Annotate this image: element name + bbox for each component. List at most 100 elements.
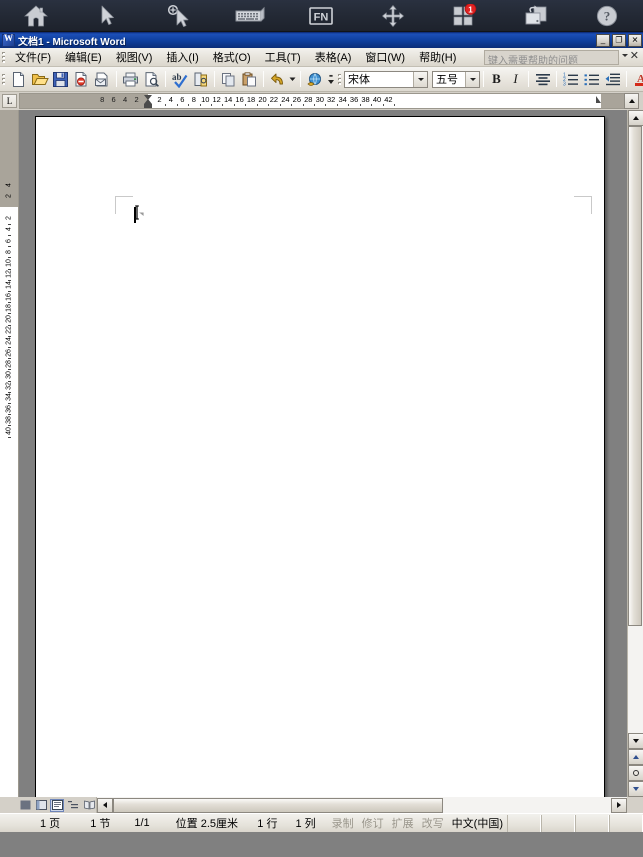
undo-icon[interactable] <box>267 69 288 90</box>
apps-button[interactable]: 1 <box>429 0 500 32</box>
menu-grip[interactable] <box>2 50 5 64</box>
italic-button[interactable]: I <box>506 71 525 87</box>
horizontal-scrollbar[interactable] <box>96 797 627 813</box>
ruler-tick: 4 <box>5 182 13 187</box>
save-icon[interactable] <box>50 69 71 90</box>
vertical-ruler[interactable]: 4 2 2 4 6 8 10 12 14 16 18 20 22 24 26 28 30 32 34 36 38 40 <box>0 110 19 797</box>
font-size-dropdown-icon[interactable] <box>465 71 479 87</box>
menu-format[interactable]: 格式(O) <box>206 47 258 67</box>
ruler-tick: 6 <box>5 238 13 243</box>
view-web[interactable] <box>34 799 48 812</box>
hyperlink-icon[interactable] <box>304 69 325 90</box>
horizontal-ruler[interactable]: 8 6 4 2 2 4 6 8 10 12 14 16 18 20 22 24 26 28 30 32 34 36 38 40… <box>19 93 624 109</box>
keyboard-button[interactable] <box>214 0 285 32</box>
status-revision[interactable]: 修订 <box>358 815 388 832</box>
pointer-button[interactable] <box>71 0 142 32</box>
ruler-tick: 34 <box>338 95 347 104</box>
home-button[interactable] <box>0 0 71 32</box>
chevron-down-icon[interactable] <box>622 54 628 57</box>
move-button[interactable] <box>357 0 428 32</box>
toolbar-overflow-button[interactable]: ▪▪ <box>325 69 336 90</box>
permission-icon[interactable] <box>71 69 92 90</box>
font-color-icon[interactable]: A <box>630 69 643 90</box>
view-normal[interactable] <box>18 799 32 812</box>
document-pane[interactable] <box>19 110 627 797</box>
tab-stop-selector[interactable]: L <box>0 92 19 110</box>
status-slot-4 <box>609 814 643 832</box>
research-icon[interactable] <box>190 69 211 90</box>
toolbar-grip-1[interactable] <box>2 72 5 86</box>
ruler-minor-tick <box>210 104 212 106</box>
view-print[interactable] <box>50 798 64 812</box>
status-section: 1 节 <box>90 818 111 830</box>
email-icon[interactable] <box>92 69 113 90</box>
arrow-up-icon <box>633 116 639 120</box>
font-name-dropdown-icon[interactable] <box>413 71 427 87</box>
numbered-list-icon[interactable]: 123 <box>560 69 581 90</box>
toolbar-grip-2[interactable] <box>338 72 341 86</box>
previous-page-button[interactable] <box>628 749 643 765</box>
menu-edit[interactable]: 编辑(E) <box>58 47 109 67</box>
align-center-icon[interactable] <box>532 69 553 90</box>
print-icon[interactable] <box>120 69 141 90</box>
arrow-down-icon <box>633 739 639 743</box>
ruler-minor-tick <box>256 104 258 106</box>
scroll-up-button[interactable] <box>628 110 643 126</box>
vertical-scrollbar[interactable] <box>627 110 643 797</box>
font-name-combo[interactable]: 宋体 <box>344 70 428 88</box>
menu-tools[interactable]: 工具(T) <box>258 47 308 67</box>
open-folder-icon[interactable] <box>29 69 50 90</box>
document-page[interactable] <box>35 116 605 797</box>
view-outline[interactable] <box>66 799 80 812</box>
print-preview-icon[interactable] <box>141 69 162 90</box>
status-position: 位置 2.5厘米 <box>175 818 239 830</box>
left-indent-marker[interactable] <box>144 104 152 108</box>
ask-a-question-input[interactable]: 键入需要帮助的问题 <box>484 50 619 65</box>
spellcheck-icon[interactable]: ab <box>169 69 190 90</box>
select-browse-object-button[interactable] <box>628 765 643 781</box>
horizontal-scroll-thumb[interactable] <box>113 797 443 813</box>
view-reading[interactable] <box>82 799 96 812</box>
fn-button[interactable]: FN <box>286 0 357 32</box>
menu-help[interactable]: 帮助(H) <box>412 47 463 67</box>
ruler-tick: 28 <box>304 95 313 104</box>
ruler-tick: 8 <box>100 95 105 104</box>
bold-button[interactable]: B <box>487 71 506 87</box>
close-document-button[interactable]: ✕ <box>630 51 639 62</box>
scroll-down-button[interactable] <box>628 733 643 749</box>
paste-icon[interactable] <box>239 69 260 90</box>
arrow-left-icon <box>103 802 107 808</box>
screenshot-button[interactable] <box>500 0 571 32</box>
status-overwrite[interactable]: 改写 <box>418 815 448 832</box>
click-button[interactable] <box>143 0 214 32</box>
vertical-scroll-track[interactable] <box>628 126 643 733</box>
next-page-button[interactable] <box>628 781 643 797</box>
font-size-combo[interactable]: 五号 <box>432 70 480 88</box>
restore-button[interactable]: ❐ <box>612 33 626 47</box>
menu-insert[interactable]: 插入(I) <box>159 47 205 67</box>
menu-file[interactable]: 文件(F) <box>8 47 58 67</box>
bulleted-list-icon[interactable] <box>581 69 602 90</box>
status-extend[interactable]: 扩展 <box>388 815 418 832</box>
new-document-icon[interactable] <box>8 69 29 90</box>
scroll-left-button[interactable] <box>97 797 113 813</box>
margin-mark-top-left <box>115 196 133 214</box>
right-indent-marker[interactable] <box>596 96 602 103</box>
status-language[interactable]: 中文(中国) <box>448 815 507 832</box>
vertical-scroll-thumb[interactable] <box>628 126 642 626</box>
ruler-minor-tick <box>394 104 396 106</box>
svg-text:?: ? <box>604 8 611 23</box>
menu-view[interactable]: 视图(V) <box>109 47 160 67</box>
scroll-right-button[interactable] <box>611 797 627 813</box>
ruler-scroll-up-button[interactable] <box>624 93 639 109</box>
decrease-indent-icon[interactable] <box>602 69 623 90</box>
horizontal-scroll-track[interactable] <box>113 797 611 813</box>
menu-table[interactable]: 表格(A) <box>308 47 359 67</box>
status-record[interactable]: 录制 <box>328 815 358 832</box>
undo-dropdown-icon[interactable] <box>288 69 297 90</box>
copy-icon[interactable] <box>218 69 239 90</box>
minimize-button[interactable]: _ <box>596 33 610 47</box>
close-button[interactable]: ✕ <box>628 33 642 47</box>
menu-window[interactable]: 窗口(W) <box>358 47 412 67</box>
help-button[interactable]: ? <box>572 0 643 32</box>
